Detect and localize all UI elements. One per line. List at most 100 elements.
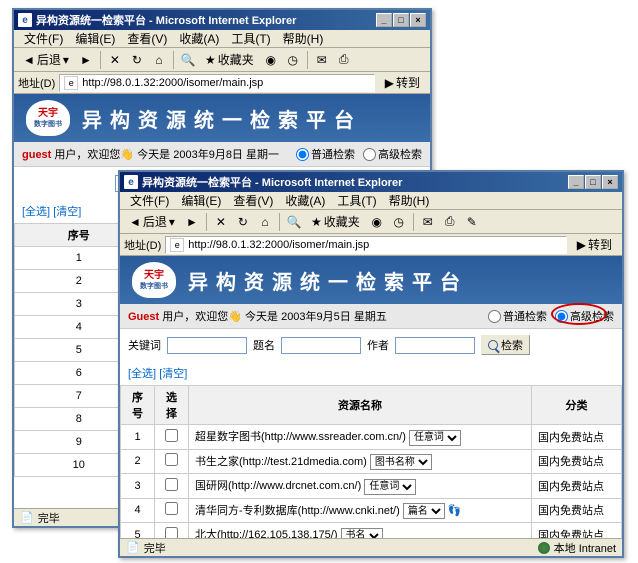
home-button[interactable]: ⌂ [149,50,169,70]
cell-resource: 清华同方-专利数据库(http://www.cnki.net/) 篇名 👣 [189,498,532,523]
minimize-button[interactable]: _ [376,13,392,27]
toolbar-sep [279,213,280,231]
radio-advanced[interactable]: 高级检索 [363,146,422,162]
address-input[interactable]: e http://98.0.1.32:2000/isomer/main.jsp [165,236,566,254]
radio-basic[interactable]: 普通检索 [488,308,547,324]
radio-advanced[interactable]: 高级检索 [555,308,614,324]
history-button[interactable]: ◷ [283,50,303,70]
title-input[interactable] [281,337,361,354]
cell-no: 5 [121,523,155,539]
menu-help[interactable]: 帮助(H) [277,29,330,48]
security-zone: 本地 Intranet [538,540,616,556]
menu-tools[interactable]: 工具(T) [331,191,382,210]
back-button[interactable]: ◄ 后退 ▾ [18,50,74,70]
status-text: 📄 完毕 [126,540,530,556]
select-all-link[interactable]: [全选] [128,368,156,380]
zone-icon [538,542,550,554]
go-button[interactable]: ▶ 转到 [571,236,618,253]
url-text: http://98.0.1.32:2000/isomer/main.jsp [188,239,369,251]
menu-view[interactable]: 查看(V) [227,191,279,210]
address-input[interactable]: e http://98.0.1.32:2000/isomer/main.jsp [59,74,374,92]
table-row: 1 超星数字图书(http://www.ssreader.com.cn/) 任意… [121,425,622,450]
media-button[interactable]: ◉ [261,50,281,70]
print-button[interactable]: ⎙ [334,50,354,70]
cell-select [155,474,189,499]
mail-button[interactable]: ✉ [312,50,332,70]
col-select: 选择 [155,386,189,425]
welcome-bar: guest 用户，欢迎您👋 今天是 2003年9月8日 星期一 普通检索 高级检… [14,142,430,167]
menu-view[interactable]: 查看(V) [121,29,173,48]
row-checkbox[interactable] [165,429,178,442]
menu-help[interactable]: 帮助(H) [383,191,436,210]
menu-file[interactable]: 文件(F) [124,191,175,210]
cell-category: 国内免费站点 [532,449,622,474]
banner-title: 异构资源统一检索平台 [82,104,362,133]
row-checkbox[interactable] [165,527,178,538]
maximize-button[interactable]: □ [585,175,601,189]
field-select[interactable]: 任意词 [364,479,416,495]
forward-button[interactable]: ► [182,212,202,232]
menu-tools[interactable]: 工具(T) [225,29,276,48]
refresh-button[interactable]: ↻ [233,212,253,232]
ie-icon: e [18,13,32,27]
keyword-input[interactable] [167,337,247,354]
col-resource: 资源名称 [189,386,532,425]
history-button[interactable]: ◷ [389,212,409,232]
edit-button[interactable]: ✎ [462,212,482,232]
menu-edit[interactable]: 编辑(E) [69,29,121,48]
select-all-link[interactable]: [全选] [22,206,50,218]
author-input[interactable] [395,337,475,354]
welcome-bar: Guest 用户，欢迎您👋 今天是 2003年9月5日 星期五 普通检索 高级检… [120,304,622,329]
field-select[interactable]: 图书名称 [370,454,432,470]
cell-resource: 超星数字图书(http://www.ssreader.com.cn/) 任意词 [189,425,532,450]
mail-button[interactable]: ✉ [418,212,438,232]
menu-fav[interactable]: 收藏(A) [279,191,331,210]
row-checkbox[interactable] [165,478,178,491]
clear-all-link[interactable]: [清空] [159,368,187,380]
stop-button[interactable]: ✕ [211,212,231,232]
forward-button[interactable]: ► [76,50,96,70]
search-mode-group: 普通检索 高级检索 [296,146,422,162]
favorites-button[interactable]: ★ 收藏夹 [200,50,259,70]
window-title: 异构资源统一检索平台 - Microsoft Internet Explorer [36,12,376,28]
address-label: 地址(D) [124,237,161,253]
toolbar-sep [413,213,414,231]
field-select[interactable]: 书名 [341,528,383,539]
table-row: 5 北大(http://162.105.138.175/) 书名 国内免费站点 [121,523,622,539]
banner-title: 异构资源统一检索平台 [188,266,468,295]
close-button[interactable]: × [410,13,426,27]
field-select[interactable]: 任意词 [409,430,461,446]
row-checkbox[interactable] [165,502,178,515]
search-button[interactable]: 🔍 [284,212,304,232]
search-button[interactable]: 检索 [481,335,530,355]
back-button[interactable]: ◄ 后退 ▾ [124,212,180,232]
maximize-button[interactable]: □ [393,13,409,27]
page-icon: e [64,76,78,90]
url-text: http://98.0.1.32:2000/isomer/main.jsp [82,77,263,89]
search-button[interactable]: 🔍 [178,50,198,70]
refresh-button[interactable]: ↻ [127,50,147,70]
selection-links: [全选] [清空] [120,361,622,385]
home-button[interactable]: ⌂ [255,212,275,232]
go-button[interactable]: ▶ 转到 [379,74,426,91]
menu-file[interactable]: 文件(F) [18,29,69,48]
favorites-button[interactable]: ★ 收藏夹 [306,212,365,232]
statusbar: 📄 完毕 本地 Intranet [120,538,622,556]
advanced-search-bar: 关键词 题名 作者 检索 [120,329,622,361]
menu-fav[interactable]: 收藏(A) [173,29,225,48]
media-button[interactable]: ◉ [367,212,387,232]
toolbar: ◄ 后退 ▾ ► ✕ ↻ ⌂ 🔍 ★ 收藏夹 ◉ ◷ ✉ ⎙ ✎ [120,210,622,234]
menu-edit[interactable]: 编辑(E) [175,191,227,210]
radio-basic[interactable]: 普通检索 [296,146,355,162]
toolbar-sep [206,213,207,231]
cell-category: 国内免费站点 [532,425,622,450]
close-button[interactable]: × [602,175,618,189]
title-label: 题名 [253,337,275,353]
stop-button[interactable]: ✕ [105,50,125,70]
cell-resource: 北大(http://162.105.138.175/) 书名 [189,523,532,539]
print-button[interactable]: ⎙ [440,212,460,232]
minimize-button[interactable]: _ [568,175,584,189]
clear-all-link[interactable]: [清空] [53,206,81,218]
row-checkbox[interactable] [165,453,178,466]
field-select[interactable]: 篇名 [403,503,445,519]
